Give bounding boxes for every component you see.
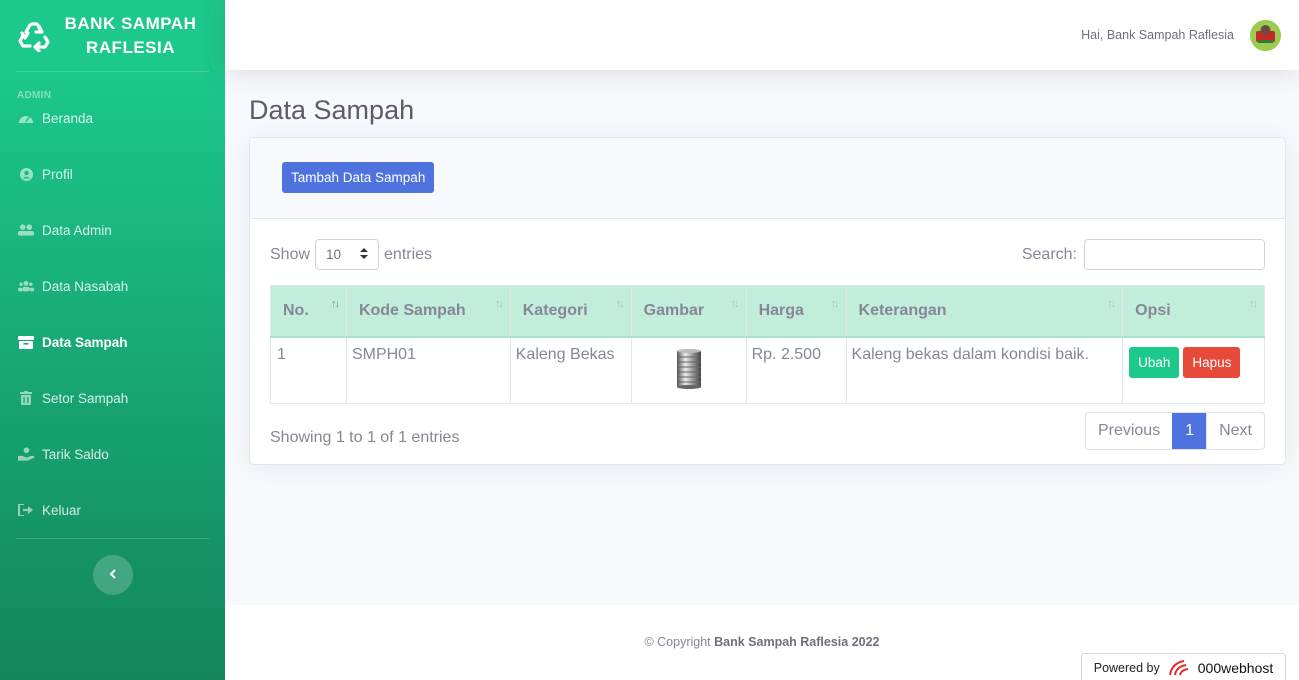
data-card: Tambah Data Sampah Show 10 entries Searc… — [249, 137, 1286, 465]
users-icon — [18, 279, 34, 293]
delete-button[interactable]: Hapus — [1183, 346, 1241, 378]
box-icon — [18, 335, 34, 349]
sidebar-item-profil[interactable]: Profil — [0, 146, 225, 202]
recycle-icon — [16, 18, 52, 54]
sidebar-item-label: Setor Sampah — [42, 390, 129, 406]
column-header-kode[interactable]: Kode Sampah ↑↓ — [345, 285, 511, 338]
page-length-select[interactable]: 10 — [315, 239, 380, 270]
sidebar-item-label: Data Nasabah — [42, 278, 129, 294]
search-control: Search: — [1022, 239, 1265, 270]
sort-icon: ↑↓ — [730, 298, 740, 310]
sidebar-item-data-nasabah[interactable]: Data Nasabah — [0, 258, 225, 314]
sidebar-item-keluar[interactable]: Keluar — [0, 482, 225, 538]
card-header: Tambah Data Sampah — [250, 138, 1285, 219]
column-header-no[interactable]: No. ↑↓ — [270, 285, 347, 338]
powered-by-badge[interactable]: Powered by 000webhost — [1081, 653, 1286, 680]
cell-no: 1 — [270, 336, 347, 404]
table-footer: Showing 1 to 1 of 1 entries Previous 1 N… — [270, 411, 1265, 450]
sidebar-toggle-button[interactable] — [92, 555, 133, 595]
sidebar-item-data-sampah[interactable]: Data Sampah — [0, 314, 225, 370]
brand-name-line1: BANK SAMPAH — [64, 13, 197, 33]
brand-link[interactable]: BANK SAMPAH RAFLESIA — [0, 0, 225, 71]
previous-page-button[interactable]: Previous — [1086, 413, 1172, 449]
webhost-logo-icon — [1168, 659, 1192, 677]
sort-icon: ↑↓ — [494, 298, 504, 310]
sampah-table: No. ↑↓ Kode Sampah ↑↓ Kategori ↑↓ Gambar ↑↓ … — [270, 285, 1265, 404]
sidebar-item-label: Tarik Saldo — [42, 446, 109, 462]
sort-updown-icon — [360, 247, 369, 262]
table-controls: Show 10 entries Search: — [270, 239, 1265, 270]
page-1-button[interactable]: 1 — [1172, 412, 1207, 449]
copyright-label: © Copyright — [644, 635, 711, 649]
tin-can-image — [674, 348, 704, 394]
cell-kategori: Kaleng Bekas — [509, 336, 632, 404]
cell-kode: SMPH01 — [345, 336, 511, 404]
sidebar-item-tarik-saldo[interactable]: Tarik Saldo — [0, 426, 225, 482]
sidebar-item-label: Beranda — [42, 110, 94, 126]
avatar[interactable] — [1250, 19, 1281, 51]
cell-keterangan: Kaleng bekas dalam kondisi baik. — [845, 336, 1124, 404]
sidebar-item-setor-sampah[interactable]: Setor Sampah — [0, 370, 225, 426]
cell-harga: Rp. 2.500 — [745, 336, 847, 404]
sidebar: BANK SAMPAH RAFLESIA ADMIN Beranda Profi… — [0, 0, 225, 680]
sort-icon: ↑↓ — [1107, 298, 1116, 310]
sort-icon: ↑↓ — [830, 298, 840, 310]
sidebar-item-label: Keluar — [42, 502, 82, 518]
powered-label: Powered by — [1093, 661, 1160, 675]
sign-out-icon — [18, 503, 34, 517]
column-header-harga[interactable]: Harga ↑↓ — [745, 285, 847, 338]
sidebar-item-data-admin[interactable]: Data Admin — [0, 202, 225, 258]
sidebar-item-label: Data Admin — [42, 222, 112, 238]
table-row: 1 SMPH01 Kaleng Bekas Rp. 2.500 Kaleng b… — [270, 336, 1265, 404]
sidebar-item-label: Profil — [42, 166, 73, 182]
column-header-gambar[interactable]: Gambar ↑↓ — [630, 285, 747, 338]
search-label: Search: — [1021, 245, 1077, 263]
column-header-kategori[interactable]: Kategori ↑↓ — [509, 285, 632, 338]
page-length-value: 10 — [326, 247, 342, 262]
entries-info: Showing 1 to 1 of 1 entries — [270, 428, 460, 446]
powered-host: 000webhost — [1197, 660, 1274, 676]
topbar: Hai, Bank Sampah Raflesia — [225, 0, 1299, 70]
hand-coin-icon — [18, 447, 34, 461]
add-sampah-button[interactable]: Tambah Data Sampah — [282, 162, 435, 193]
page-length-control: Show 10 entries — [270, 239, 432, 270]
show-label: Show — [270, 245, 311, 263]
sort-icon: ↑↓ — [330, 298, 340, 310]
entries-label: entries — [384, 245, 433, 263]
user-circle-icon — [18, 167, 34, 181]
dashboard-icon — [18, 111, 34, 125]
copyright-owner: Bank Sampah Raflesia 2022 — [714, 635, 880, 649]
user-greeting[interactable]: Hai, Bank Sampah Raflesia — [1081, 28, 1234, 42]
sort-icon: ↑↓ — [1249, 298, 1258, 310]
sidebar-nav: Beranda Profil Data Admin Data Nasabah D… — [0, 90, 225, 538]
pagination: Previous 1 Next — [1084, 411, 1265, 450]
column-header-keterangan[interactable]: Keterangan ↑↓ — [845, 285, 1124, 338]
edit-button[interactable]: Ubah — [1129, 346, 1180, 378]
sort-icon: ↑↓ — [615, 298, 625, 310]
trash-icon — [18, 391, 34, 405]
chevron-left-icon — [109, 566, 117, 584]
page-title: Data Sampah — [249, 95, 415, 125]
next-page-button[interactable]: Next — [1206, 412, 1264, 449]
cell-opsi: Ubah Hapus — [1122, 336, 1265, 404]
search-input[interactable] — [1084, 239, 1265, 270]
cell-gambar — [630, 336, 747, 404]
column-header-opsi[interactable]: Opsi ↑↓ — [1122, 285, 1265, 338]
user-group-icon — [18, 223, 34, 237]
brand-name-line2: RAFLESIA — [86, 37, 175, 57]
card-body: Show 10 entries Search: No. ↑↓ Kode Sampa… — [250, 219, 1285, 470]
sidebar-item-label: Data Sampah — [42, 334, 128, 350]
